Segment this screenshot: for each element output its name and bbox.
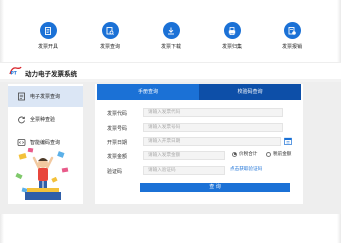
document-icon xyxy=(17,92,26,101)
brand-logo-icon: PT xyxy=(9,66,22,76)
invoice-number-field[interactable]: 请输入发票号码 xyxy=(143,123,283,132)
amount-field[interactable]: 请输入发票金额 xyxy=(143,151,225,160)
issue-date-field[interactable]: 请输入开票日期 xyxy=(143,137,281,146)
query-tabs: 手册查询 校验码查询 xyxy=(97,84,301,100)
sidebar-item-all-types-check[interactable]: 全票种查验 xyxy=(8,109,83,130)
sidebar-item-einvoice-query[interactable]: 电子发票查询 xyxy=(8,86,83,107)
tab-manual-query[interactable]: 手册查询 xyxy=(97,84,199,100)
issue-date-label: 开票日期 xyxy=(107,140,128,146)
sidebar-item-label: 电子发票查询 xyxy=(30,94,61,100)
refresh-check-icon xyxy=(17,115,26,124)
toolbar-item-issue[interactable]: 发票开具 xyxy=(25,22,71,50)
calendar-icon[interactable] xyxy=(284,137,292,145)
toolbar-item-label: 发票归集 xyxy=(221,44,242,50)
toolbar-item-label: 发票下载 xyxy=(160,44,181,50)
printer-icon xyxy=(223,22,241,39)
radio-button[interactable] xyxy=(266,151,271,157)
reimburse-icon xyxy=(283,22,301,39)
download-icon xyxy=(162,22,180,39)
radio-tax-inclusive[interactable]: 价税合计 xyxy=(232,151,257,157)
invoice-issue-icon xyxy=(39,22,57,39)
query-button[interactable]: 查 询 xyxy=(140,183,290,192)
svg-text:PT: PT xyxy=(11,71,18,77)
sidebar-item-label: 智能编码查询 xyxy=(30,140,61,146)
amount-label: 发票金额 xyxy=(107,154,128,160)
invoice-code-field[interactable]: 请输入发票代码 xyxy=(143,108,283,117)
celebration-illustration xyxy=(15,148,69,200)
get-captcha-link[interactable]: 点击获取验证码 xyxy=(230,166,262,172)
app-title: 动力电子发票系统 xyxy=(25,70,77,78)
tab-checkcode-query[interactable]: 校验码查询 xyxy=(199,84,301,100)
radio-label: 税前金额 xyxy=(273,152,292,157)
invoice-code-label: 发票代码 xyxy=(107,111,128,117)
toolbar-item-download[interactable]: 发票下载 xyxy=(148,22,194,50)
brand-bar: PT 动力电子发票系统 xyxy=(0,62,341,79)
top-toolbar: 发票开具 发票查询 发票下载 发票归集 发票报销 xyxy=(0,22,341,57)
sidebar-item-label: 全票种查验 xyxy=(30,117,56,123)
toolbar-item-collect[interactable]: 发票归集 xyxy=(209,22,255,50)
toolbar-item-reimburse[interactable]: 发票报销 xyxy=(269,22,315,50)
radio-pre-tax[interactable]: 税前金额 xyxy=(266,151,291,157)
toolbar-item-label: 发票开具 xyxy=(37,44,58,50)
toolbar-item-label: 发票查询 xyxy=(99,44,120,50)
toolbar-item-label: 发票报销 xyxy=(281,44,302,50)
captcha-field[interactable]: 请输入验证码 xyxy=(143,166,225,175)
code-icon xyxy=(17,138,26,147)
toolbar-item-search[interactable]: 发票查询 xyxy=(87,22,133,50)
captcha-label: 验证码 xyxy=(107,169,123,175)
invoice-number-label: 发票号码 xyxy=(107,126,128,132)
invoice-search-icon xyxy=(101,22,119,39)
radio-label: 价税合计 xyxy=(239,152,258,157)
radio-button[interactable] xyxy=(232,151,237,157)
